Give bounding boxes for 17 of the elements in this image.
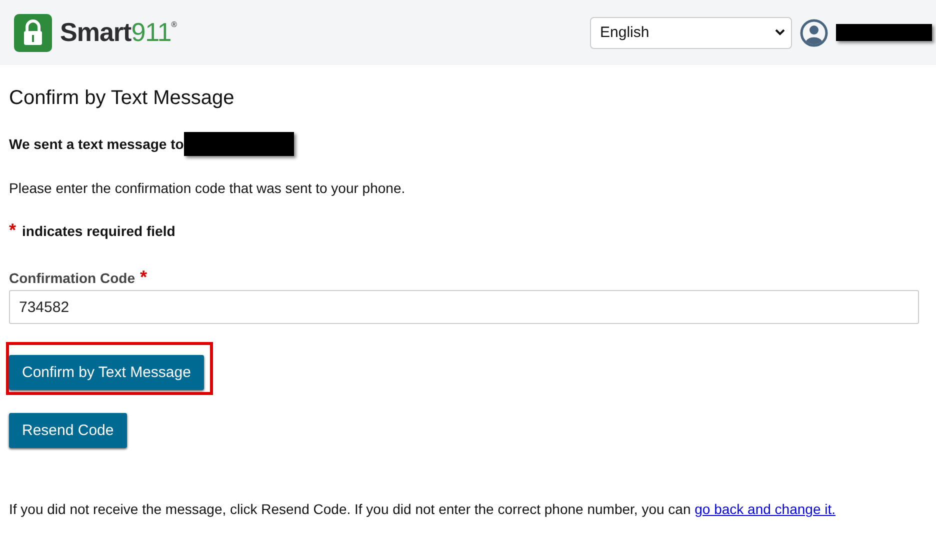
user-avatar-icon[interactable] <box>800 18 828 46</box>
change-number-link[interactable]: go back and change it. <box>694 501 836 517</box>
resend-button[interactable]: Resend Code <box>9 413 127 448</box>
required-asterisk: * <box>140 267 148 288</box>
page-title: Confirm by Text Message <box>9 87 236 110</box>
lock-logo-icon <box>14 14 52 52</box>
sent-notice: We sent a text message to <box>9 136 184 152</box>
required-asterisk: * <box>9 220 16 241</box>
language-select[interactable]: English <box>590 16 792 48</box>
confirm-button[interactable]: Confirm by Text Message <box>9 355 204 390</box>
instructions-text: Please enter the confirmation code that was sent to your phone. <box>9 180 406 196</box>
required-note: indicates required field <box>22 223 176 239</box>
logo-text: Smart911® <box>60 17 177 48</box>
confirmation-code-field[interactable]: 734582 <box>9 290 919 324</box>
field-label: Confirmation Code <box>9 270 135 286</box>
help-text: If you did not receive the message, click Resend Code. If you did not enter the correct phone number, you can go back and change it. <box>9 501 837 517</box>
chevron-down-icon <box>775 29 785 36</box>
